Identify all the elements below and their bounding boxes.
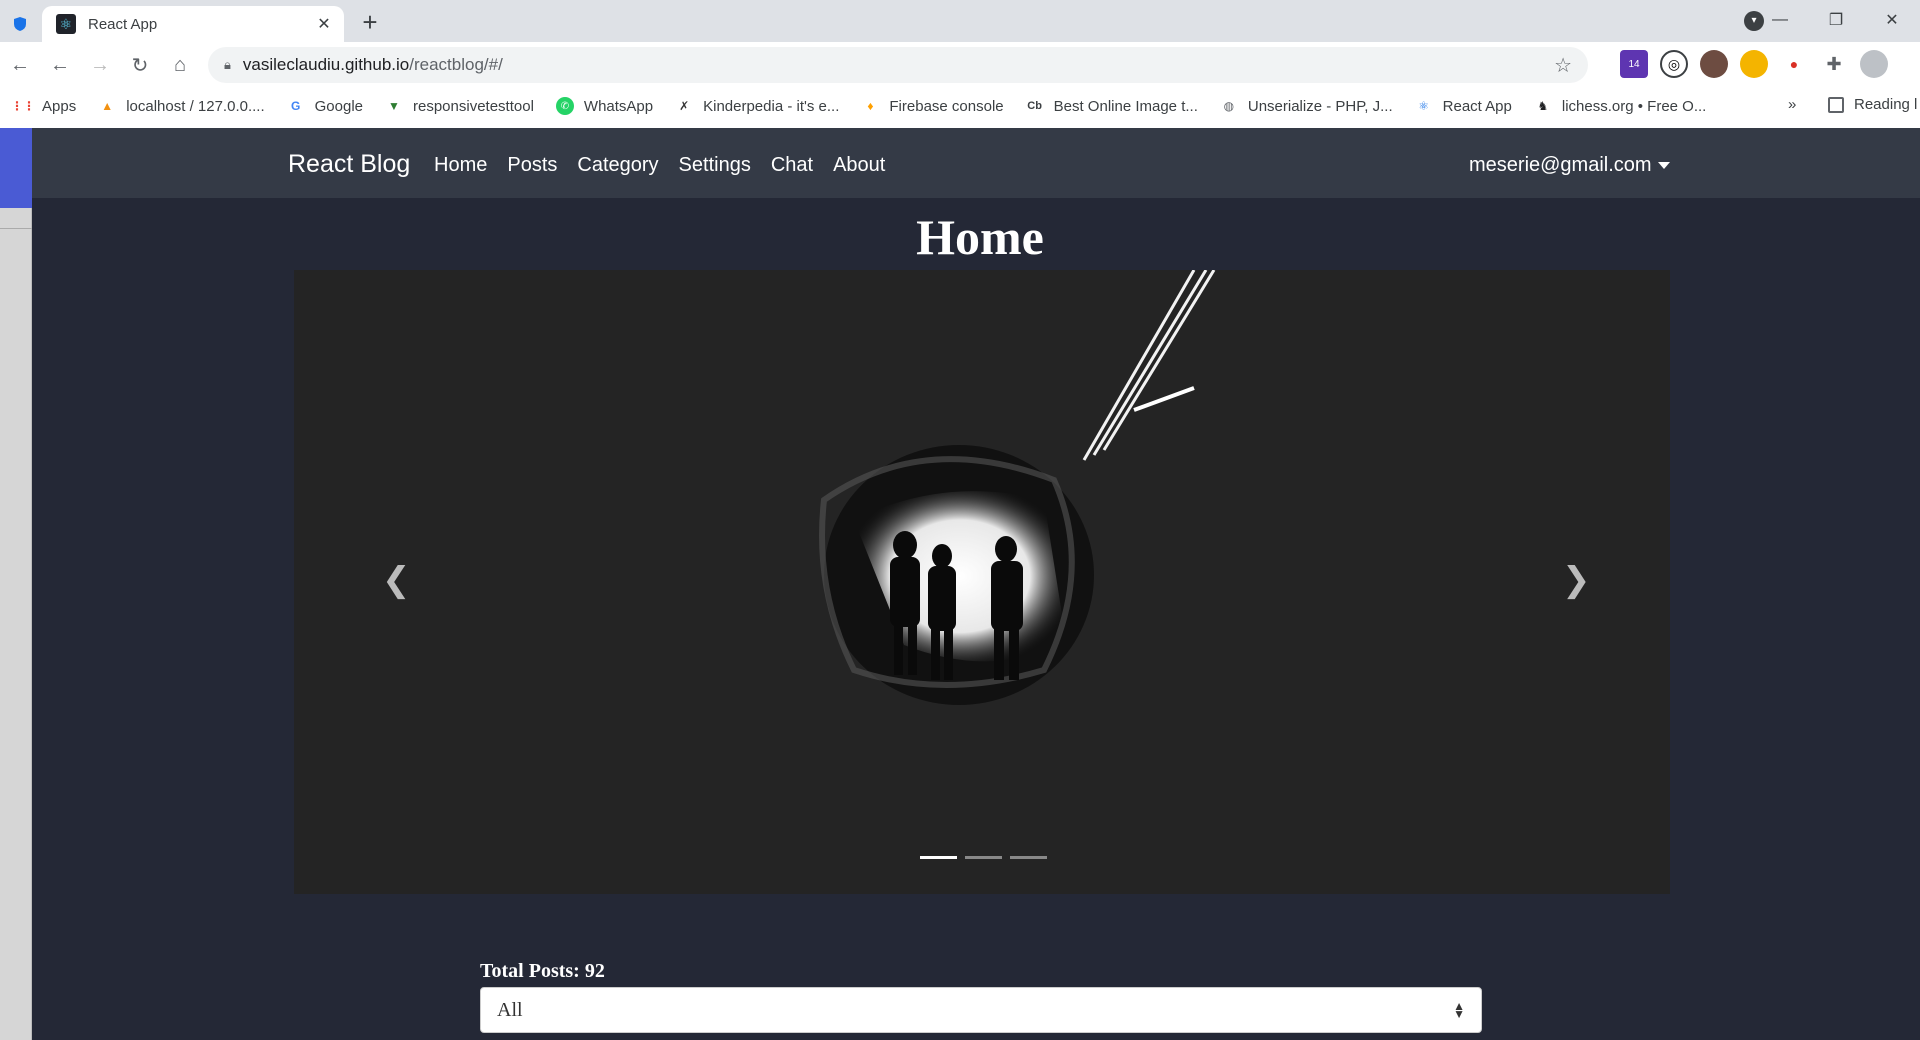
carousel-slide-image [819, 270, 1216, 705]
nav-settings[interactable]: Settings [679, 154, 751, 177]
page-title: Home [916, 209, 1044, 265]
bookmark-label: React App [1442, 97, 1512, 115]
tab-strip: ⚛ React App ✕ + ▾ — ❐ ✕ [0, 0, 1920, 42]
globe-icon: ◍ [1223, 99, 1235, 113]
bookmark-label: Best Online Image t... [1053, 97, 1198, 115]
forward-icon[interactable]: → [80, 54, 120, 77]
profile-avatar-icon[interactable] [1860, 50, 1888, 78]
google-icon: G [290, 99, 301, 113]
reading-list-button[interactable]: Reading l [1828, 96, 1917, 113]
lock-icon: 🔒︎ [224, 57, 231, 72]
extensions-bar: 14 ◎ ● ✚ [1620, 50, 1888, 78]
react-icon: ⚛ [56, 14, 76, 34]
reload-icon[interactable]: ↻ [120, 53, 160, 78]
bookmark-apps[interactable]: ⋮⋮ Apps [11, 97, 77, 115]
nav-posts[interactable]: Posts [507, 154, 557, 177]
carousel-prev-icon[interactable]: ❮ [382, 560, 411, 600]
main-content: Home ❮ ❯ Total Posts: 92 All ▲ ▼ [32, 198, 1920, 1040]
phpmyadmin-icon: ▲ [101, 99, 114, 113]
record-extension-icon[interactable]: ● [1780, 50, 1808, 78]
carousel: ❮ ❯ [294, 270, 1670, 894]
bookmark-whatsapp[interactable]: ✆ WhatsApp [555, 97, 654, 115]
bookmark-label: Firebase console [889, 97, 1004, 115]
nav-category[interactable]: Category [577, 154, 658, 177]
browser-chrome: ⚛ React App ✕ + ▾ — ❐ ✕ ← ← → ↻ ⌂ 🔒︎ vas… [0, 0, 1920, 128]
window-controls: — ❐ ✕ [1752, 0, 1920, 40]
tab-title: React App [88, 15, 158, 33]
bookmark-localhost[interactable]: ▲ localhost / 127.0.0.... [98, 97, 264, 115]
select-updown-icon: ▲ ▼ [1453, 999, 1465, 1021]
aperture-extension-icon[interactable]: ◎ [1660, 50, 1688, 78]
restore-icon[interactable]: ❐ [1808, 10, 1864, 30]
bookmark-kinderpedia[interactable]: ✗ Kinderpedia - it's e... [675, 97, 839, 115]
nav-about[interactable]: About [833, 154, 885, 177]
bookmark-label: lichess.org • Free O... [1561, 97, 1707, 115]
bookmark-star-icon[interactable]: ☆ [1554, 53, 1572, 78]
bookmark-firebase[interactable]: ♦ Firebase console [861, 97, 1003, 115]
lichess-icon: ♞ [1537, 99, 1549, 113]
reading-list-icon [1828, 96, 1844, 113]
cb-icon: Cb [1027, 100, 1042, 112]
caret-down-icon [1657, 162, 1670, 170]
pinned-tab[interactable] [0, 6, 40, 42]
home-icon[interactable]: ⌂ [160, 54, 200, 77]
back-icon[interactable]: ← [40, 54, 80, 77]
bookmark-lichess[interactable]: ♞ lichess.org • Free O... [1534, 97, 1706, 115]
tab-react-app[interactable]: ⚛ React App ✕ [42, 6, 344, 42]
carousel-indicator-2[interactable] [965, 856, 1002, 859]
bookmark-label: WhatsApp [583, 97, 654, 115]
new-tab-button[interactable]: + [356, 8, 384, 36]
bookmark-label: localhost / 127.0.0.... [126, 97, 265, 115]
bookmark-label: Google [314, 97, 363, 115]
address-bar[interactable]: 🔒︎ vasileclaudiu.github.io /reactblog/#/… [208, 47, 1588, 83]
bookmarks-overflow-button[interactable]: » [1788, 96, 1796, 113]
url-host: vasileclaudiu.github.io [242, 55, 410, 74]
bookmark-google[interactable]: G Google [287, 97, 363, 115]
category-filter-value: All [497, 998, 523, 1021]
vue-icon: ▼ [388, 99, 400, 113]
puzzle-icon[interactable]: ✚ [1820, 50, 1848, 78]
user-email: meserie@gmail.com [1469, 154, 1652, 176]
browser-toolbar: ← ← → ↻ ⌂ 🔒︎ vasileclaudiu.github.io /re… [0, 42, 1920, 88]
kinderpedia-icon: ✗ [679, 99, 690, 113]
nav-home[interactable]: Home [434, 154, 487, 177]
react-icon: ⚛ [1418, 99, 1430, 113]
side-divider [0, 228, 32, 229]
apps-grid-icon: ⋮⋮ [11, 99, 35, 113]
carousel-indicator-3[interactable] [1010, 856, 1047, 859]
user-dropdown[interactable]: meserie@gmail.com [1469, 154, 1670, 177]
side-panel-strip [0, 128, 32, 1040]
close-icon[interactable]: ✕ [314, 14, 334, 34]
bookmark-label: Kinderpedia - it's e... [703, 97, 840, 115]
total-posts-label: Total Posts: 92 [480, 960, 605, 982]
bookmark-label: Apps [42, 97, 77, 115]
bookmark-label: responsivetesttool [413, 97, 534, 115]
brand-link[interactable]: React Blog [288, 150, 410, 179]
side-accent [0, 128, 32, 208]
carousel-next-icon[interactable]: ❯ [1562, 560, 1591, 600]
bookmark-responsivetesttool[interactable]: ▼ responsivetesttool [385, 97, 534, 115]
url-path: /reactblog/#/ [409, 55, 503, 74]
close-window-icon[interactable]: ✕ [1864, 10, 1920, 30]
bookmark-image-tool[interactable]: Cb Best Online Image t... [1026, 97, 1198, 115]
category-filter-select[interactable]: All ▲ ▼ [480, 987, 1482, 1033]
bookmark-label: Unserialize - PHP, J... [1247, 97, 1393, 115]
sidebar-back-icon[interactable]: ← [0, 54, 40, 77]
app-navbar: React Blog Home Posts Category Settings … [32, 128, 1920, 198]
carousel-indicators [920, 856, 1047, 859]
bookmark-unserialize[interactable]: ◍ Unserialize - PHP, J... [1220, 97, 1393, 115]
nav-links: Home Posts Category Settings Chat About [434, 154, 885, 177]
bookmark-react-app[interactable]: ⚛ React App [1415, 97, 1512, 115]
shield-icon [14, 17, 26, 31]
cookie-extension-icon[interactable] [1700, 50, 1728, 78]
whatsapp-icon: ✆ [555, 97, 574, 115]
firebase-icon: ♦ [867, 99, 874, 113]
carousel-indicator-1[interactable] [920, 856, 957, 859]
nav-chat[interactable]: Chat [771, 154, 813, 177]
reading-list-label: Reading l [1854, 96, 1918, 113]
cookie-alt-extension-icon[interactable] [1740, 50, 1768, 78]
minimize-icon[interactable]: — [1752, 11, 1808, 29]
extension-badge-icon[interactable]: 14 [1620, 50, 1648, 78]
bookmarks-bar: ⋮⋮ Apps ▲ localhost / 127.0.0.... G Goog… [0, 90, 1920, 122]
